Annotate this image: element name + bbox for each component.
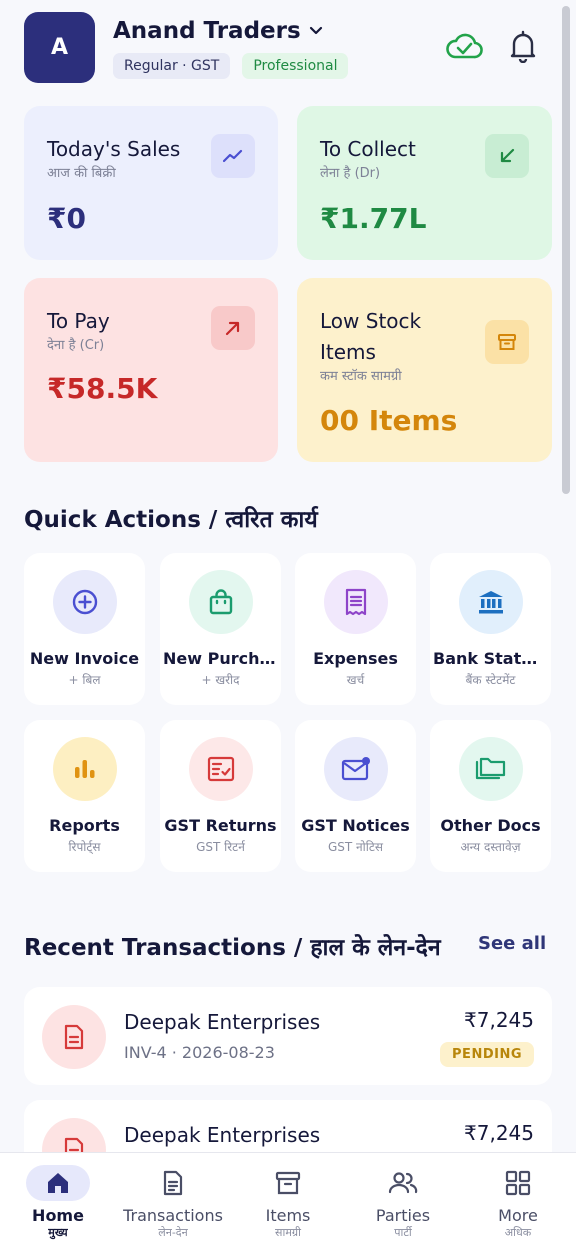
checklist-icon [188, 737, 253, 801]
document-icon [141, 1165, 205, 1201]
nav-item-home[interactable]: Home मुख्य [8, 1153, 108, 1247]
archive-box-icon [485, 320, 529, 364]
card-title: Low Stock Items [320, 309, 422, 364]
card-title: To Pay [47, 309, 110, 333]
new-invoice-button[interactable]: New Invoice + बिल [24, 553, 145, 705]
action-label: Expenses [313, 649, 398, 668]
transaction-amount: ₹7,245 [464, 1121, 534, 1145]
action-label: Reports [49, 816, 120, 835]
to-pay-card[interactable]: To Pay देना है (Cr) ₹58.5K [24, 278, 278, 462]
card-value: 00 Items [320, 404, 458, 437]
action-label: Bank Statement [433, 649, 551, 668]
recent-transactions-title: Recent Transactions / हाल के लेन-देन [24, 935, 441, 961]
plan-badge: Regular · GST [113, 53, 231, 79]
archive-box-icon [256, 1165, 320, 1201]
nav-label: More [498, 1206, 538, 1225]
business-switcher[interactable]: Anand Traders [113, 18, 325, 44]
party-name: Deepak Enterprises [124, 1123, 321, 1147]
nav-sublabel: सामग्री [275, 1226, 301, 1239]
action-sublabel: अन्य दस्तावेज़ [460, 840, 521, 854]
bank-icon [458, 570, 523, 634]
action-sublabel: बैंक स्टेटमेंट [465, 673, 516, 687]
bottom-nav: Home मुख्य Transactions लेन-देन Items सा… [0, 1152, 576, 1247]
arrow-down-left-icon [485, 134, 529, 178]
transaction-amount: ₹7,245 [464, 1008, 534, 1032]
chevron-down-icon [307, 22, 325, 40]
nav-label: Parties [375, 1206, 431, 1225]
nav-item-parties[interactable]: Parties पार्टी [353, 1153, 453, 1247]
nav-sublabel: अधिक [504, 1226, 532, 1239]
action-sublabel: + खरीद [201, 673, 240, 687]
folders-icon [458, 737, 523, 801]
avatar[interactable]: A [24, 12, 95, 83]
mail-notification-icon [323, 737, 388, 801]
bank-statement-button[interactable]: Bank Statement बैंक स्टेटमेंट [430, 553, 551, 705]
trending-up-icon [211, 134, 255, 178]
nav-sublabel: लेन-देन [158, 1226, 188, 1239]
grid-icon [486, 1165, 550, 1201]
home-icon [26, 1165, 90, 1201]
card-value: ₹0 [47, 202, 86, 235]
action-sublabel: रिपोर्ट्स [68, 840, 101, 854]
plus-circle-icon [52, 570, 117, 634]
cloud-sync-icon[interactable] [444, 30, 484, 62]
card-subtitle: कम स्टॉक सामग्री [320, 369, 402, 384]
arrow-up-right-icon [211, 306, 255, 350]
scrollbar[interactable] [562, 6, 570, 494]
expenses-button[interactable]: Expenses खर्च [295, 553, 416, 705]
card-title: Today's Sales [47, 137, 181, 161]
gst-returns-button[interactable]: GST Returns GST रिटर्न [160, 720, 281, 872]
todays-sales-card[interactable]: Today's Sales आज की बिक्री ₹0 [24, 106, 278, 260]
to-collect-card[interactable]: To Collect लेना है (Dr) ₹1.77L [297, 106, 552, 260]
nav-label: Transactions [123, 1206, 223, 1225]
action-label: GST Notices [301, 816, 410, 835]
nav-item-more[interactable]: More अधिक [468, 1153, 568, 1247]
party-name: Deepak Enterprises [124, 1010, 321, 1034]
nav-item-transactions[interactable]: Transactions लेन-देन [118, 1153, 228, 1247]
app-header: A Anand Traders Regular · GST Profession… [0, 0, 560, 95]
bell-icon[interactable] [508, 29, 538, 64]
shopping-bag-icon [188, 570, 253, 634]
users-icon [371, 1165, 435, 1201]
action-sublabel: GST नोटिस [327, 840, 384, 854]
nav-label: Home [32, 1206, 84, 1225]
quick-actions-title: Quick Actions / त्वरित कार्य [24, 507, 318, 533]
see-all-link[interactable]: See all [478, 933, 546, 954]
nav-sublabel: पार्टी [394, 1226, 412, 1239]
nav-item-items[interactable]: Items सामग्री [238, 1153, 338, 1247]
action-sublabel: + बिल [68, 673, 101, 687]
action-label: New Invoice [29, 649, 140, 668]
tier-badge: Professional [242, 53, 349, 79]
invoice-meta: INV-4 · 2026-08-23 [124, 1043, 275, 1062]
nav-sublabel: मुख्य [48, 1226, 68, 1239]
action-sublabel: खर्च [346, 673, 365, 687]
action-label: New Purchase [163, 649, 281, 668]
receipt-icon [323, 570, 388, 634]
transaction-row[interactable]: Deepak Enterprises INV-4 · 2026-08-23 ₹7… [24, 987, 552, 1085]
card-title: To Collect [320, 137, 416, 161]
bar-chart-icon [52, 737, 117, 801]
low-stock-card[interactable]: Low Stock Items कम स्टॉक सामग्री 00 Item… [297, 278, 552, 462]
status-badge: PENDING [440, 1042, 534, 1067]
gst-notices-button[interactable]: GST Notices GST नोटिस [295, 720, 416, 872]
card-value: ₹58.5K [47, 372, 158, 405]
card-value: ₹1.77L [320, 202, 427, 235]
other-docs-button[interactable]: Other Docs अन्य दस्तावेज़ [430, 720, 551, 872]
nav-label: Items [265, 1206, 311, 1225]
business-name: Anand Traders [113, 18, 301, 44]
action-sublabel: GST रिटर्न [196, 840, 245, 854]
reports-button[interactable]: Reports रिपोर्ट्स [24, 720, 145, 872]
new-purchase-button[interactable]: New Purchase + खरीद [160, 553, 281, 705]
action-label: GST Returns [164, 816, 277, 835]
action-label: Other Docs [440, 816, 541, 835]
document-icon [42, 1005, 106, 1069]
